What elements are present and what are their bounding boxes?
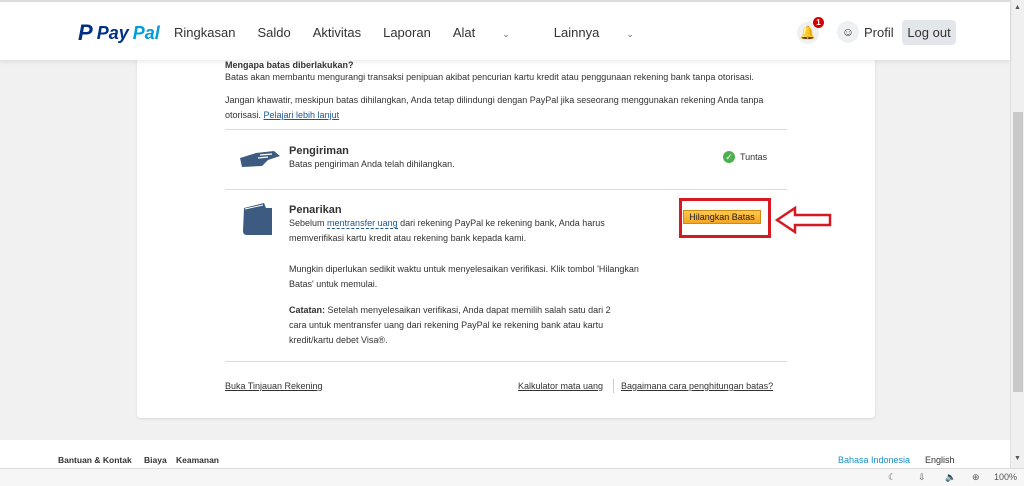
highlight-box [679, 198, 771, 238]
speaker-icon[interactable]: 🔈 [945, 472, 956, 483]
why-text: Batas akan membantu mengurangi transaksi… [225, 72, 754, 82]
paypal-logo[interactable]: P Pay Pal [78, 20, 160, 46]
user-icon[interactable]: ☺ [837, 21, 859, 43]
withdraw-note: Catatan: Setelah menyelesaikan verifikas… [289, 303, 619, 348]
withdraw-verification-text: Mungkin diperlukan sedikit waktu untuk m… [289, 264, 639, 289]
nav-alat-label: Alat [452, 25, 476, 40]
wallet-icon [243, 203, 272, 235]
nav-saldo[interactable]: Saldo [257, 25, 290, 40]
footer-fees-link[interactable]: Biaya [144, 453, 167, 468]
chevron-down-icon: ⌄ [502, 29, 510, 39]
nav-lainnya-label: Lainnya [553, 25, 600, 40]
lang-indonesian[interactable]: Bahasa Indonesia [838, 453, 910, 468]
lang-english[interactable]: English [925, 453, 955, 468]
limit-calculation-link[interactable]: Bagaimana cara penghitungan batas? [621, 379, 773, 394]
note-text: Setelah menyelesaikan verifikasi, Anda d… [289, 305, 611, 345]
nav-ringkasan[interactable]: Ringkasan [174, 25, 235, 40]
withdraw-desc: Sebelum mentransfer uang dari rekening P… [289, 216, 629, 246]
scroll-up-icon[interactable]: ▲ [1014, 4, 1021, 11]
top-nav: P Pay Pal Ringkasan Saldo Aktivitas Lapora… [0, 0, 1010, 60]
sending-desc: Batas pengiriman Anda telah dihilangkan. [289, 159, 455, 169]
main-nav: Ringkasan Saldo Aktivitas Laporan Alat ⌄ … [174, 25, 678, 40]
nav-aktivitas[interactable]: Aktivitas [313, 25, 361, 40]
zoom-icon[interactable]: ⊕ [972, 472, 980, 483]
red-arrow-icon [775, 206, 832, 234]
download-icon[interactable]: ⇩ [918, 472, 926, 483]
link-separator [613, 379, 614, 393]
divider [225, 129, 787, 130]
withdraw-desc-pre: Sebelum [289, 218, 325, 228]
footer-security-link[interactable]: Keamanan [176, 453, 219, 468]
nav-lainnya[interactable]: Lainnya ⌄ [554, 25, 656, 40]
moon-icon[interactable]: ☾ [888, 472, 896, 483]
sending-hand-icon [240, 151, 280, 167]
footer-help-link[interactable]: Bantuan & Kontak [58, 453, 132, 468]
browser-status-bar: ☾ ⇩ 🔈 ⊕ 100% [0, 468, 1024, 486]
account-overview-link[interactable]: Buka Tinjauan Rekening [225, 379, 323, 394]
currency-calculator-link[interactable]: Kalkulator mata uang [518, 379, 603, 394]
note-label: Catatan: [289, 305, 326, 315]
chevron-down-icon: ⌄ [626, 29, 634, 39]
protection-text: Jangan khawatir, meskipun batas dihilang… [225, 93, 795, 123]
zoom-level: 100% [994, 472, 1018, 482]
nav-alat[interactable]: Alat ⌄ [453, 25, 532, 40]
nav-laporan[interactable]: Laporan [383, 25, 431, 40]
profile-link[interactable]: Profil [864, 25, 894, 40]
sending-status: Tuntas [740, 152, 768, 162]
scrollbar[interactable]: ▲ ▼ [1010, 0, 1024, 468]
logout-button[interactable]: Log out [902, 20, 956, 45]
scrollbar-thumb[interactable] [1013, 112, 1023, 392]
check-icon: ✓ [723, 151, 735, 163]
divider [225, 189, 787, 190]
scroll-down-icon[interactable]: ▼ [1014, 455, 1021, 462]
page-footer: Bantuan & Kontak Biaya Keamanan Bahasa I… [0, 440, 1010, 468]
transfer-money-link[interactable]: mentransfer uang [327, 218, 398, 229]
learn-more-link[interactable]: Pelajari lebih lanjut [264, 110, 340, 120]
divider [225, 361, 787, 362]
notification-badge: 1 [813, 17, 824, 28]
